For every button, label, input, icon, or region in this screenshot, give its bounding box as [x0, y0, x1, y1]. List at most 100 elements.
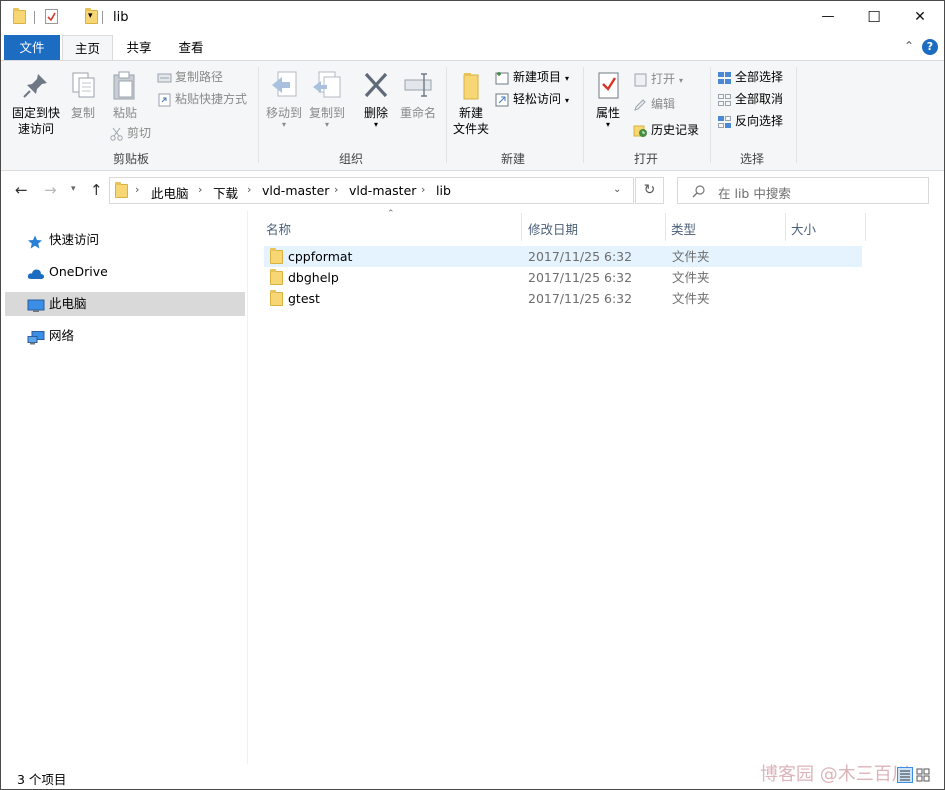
network-icon — [27, 329, 45, 345]
rename-icon — [402, 69, 434, 101]
nav-item-this-pc[interactable]: 此电脑 — [5, 292, 245, 316]
up-arrow-icon[interactable]: ↑ — [90, 181, 103, 199]
copy-path-button[interactable]: 复制路径 — [157, 67, 223, 87]
chevron-down-icon[interactable]: ⌄ — [613, 184, 621, 195]
group-label-select: 选择 — [739, 152, 764, 166]
divider — [102, 11, 103, 24]
explorer-window: ▾ lib — ☐ ✕ 文件 主页 共享 查看 ⌃ ? 固定到快 速访问 复制 — [0, 0, 945, 790]
chevron-right-icon[interactable]: › — [334, 183, 338, 196]
dropdown-arrow-icon: ▾ — [605, 120, 610, 129]
file-date: 2017/11/25 6:32 — [528, 249, 633, 264]
search-box[interactable]: 在 lib 中搜索 — [677, 177, 929, 204]
refresh-button[interactable]: ↻ — [635, 177, 664, 204]
paste-button[interactable]: 粘贴 — [105, 65, 145, 121]
column-divider[interactable] — [785, 213, 786, 241]
rename-button[interactable]: 重命名 — [397, 65, 439, 121]
pin-to-quick-access-button[interactable]: 固定到快 速访问 — [7, 65, 65, 137]
new-item-label: 新建项目 — [513, 70, 562, 84]
chevron-right-icon[interactable]: › — [247, 183, 251, 196]
tab-view[interactable]: 查看 — [167, 35, 215, 60]
edit-button[interactable]: 编辑 — [633, 94, 675, 114]
chevron-right-icon[interactable]: › — [135, 183, 139, 196]
move-to-button[interactable]: 移动到 ▾ — [263, 65, 305, 129]
maximize-button[interactable]: ☐ — [851, 1, 897, 33]
open-button[interactable]: 打开 ▾ — [633, 69, 683, 89]
collapse-ribbon-icon[interactable]: ⌃ — [904, 39, 914, 53]
history-button[interactable]: 历史记录 — [633, 120, 699, 140]
paste-shortcut-button[interactable]: 粘贴快捷方式 — [157, 89, 247, 109]
rename-label: 重命名 — [399, 106, 436, 120]
search-input[interactable]: 在 lib 中搜索 — [718, 183, 791, 202]
nav-item-network[interactable]: 网络 — [5, 324, 245, 348]
tab-share[interactable]: 共享 — [115, 35, 163, 60]
dropdown-arrow-icon: ▾ — [281, 120, 286, 129]
details-view-icon[interactable] — [897, 767, 913, 783]
breadcrumb-downloads[interactable]: 下载 — [213, 183, 238, 202]
address-bar[interactable]: › 此电脑 › 下载 › vld-master › vld-master › l… — [109, 177, 634, 204]
select-all-button[interactable]: 全部选择 — [717, 67, 783, 87]
select-none-button[interactable]: 全部取消 — [717, 89, 783, 109]
properties-quick-icon[interactable] — [45, 9, 58, 24]
column-divider[interactable] — [665, 213, 666, 241]
copy-label: 复制 — [70, 106, 95, 120]
group-label-new: 新建 — [500, 152, 525, 166]
easy-access-button[interactable]: 轻松访问 ▾ — [495, 89, 569, 109]
chevron-right-icon[interactable]: › — [198, 183, 202, 196]
divider — [34, 11, 35, 24]
column-divider[interactable] — [521, 213, 522, 241]
scissors-icon — [109, 127, 124, 141]
new-folder-label-1: 新建 — [458, 106, 483, 120]
recent-locations-icon[interactable]: ▾ — [71, 184, 76, 194]
copy-to-button[interactable]: 复制到 ▾ — [306, 65, 348, 129]
ribbon: 固定到快 速访问 复制 粘贴 复制路径 粘贴快捷方式 剪切 剪贴板 移动到 ▾ … — [1, 60, 944, 171]
breadcrumb-vld-master[interactable]: vld-master — [262, 183, 329, 198]
star-icon — [27, 233, 43, 249]
column-divider[interactable] — [865, 213, 866, 241]
back-arrow-icon[interactable]: ← — [15, 181, 28, 199]
cut-button[interactable]: 剪切 — [109, 123, 151, 143]
title-bar: ▾ lib — ☐ ✕ — [1, 1, 944, 33]
group-label-open: 打开 — [633, 152, 658, 166]
help-icon[interactable]: ? — [922, 39, 938, 55]
delete-button[interactable]: 删除 ▾ — [357, 65, 395, 129]
copy-path-label: 复制路径 — [175, 70, 224, 84]
edit-icon — [633, 98, 648, 112]
dropdown-arrow-icon: ▾ — [679, 76, 684, 85]
column-header-type[interactable]: 类型 — [671, 219, 696, 238]
copy-to-icon — [311, 69, 343, 101]
breadcrumb-this-pc[interactable]: 此电脑 — [151, 183, 189, 202]
chevron-right-icon[interactable]: › — [421, 183, 425, 196]
ribbon-tabs: 文件 主页 共享 查看 — [1, 35, 944, 62]
file-name: gtest — [288, 291, 320, 306]
breadcrumb-vld-master-inner[interactable]: vld-master — [349, 183, 416, 198]
pin-icon — [20, 69, 52, 101]
column-header-date[interactable]: 修改日期 — [528, 219, 578, 238]
tab-home[interactable]: 主页 — [62, 35, 113, 62]
file-type: 文件夹 — [672, 291, 710, 306]
new-item-button[interactable]: 新建项目 ▾ — [495, 67, 569, 87]
customize-quick-access-icon[interactable]: ▾ — [88, 11, 93, 21]
properties-button[interactable]: 属性 ▾ — [589, 65, 627, 129]
breadcrumb-lib[interactable]: lib — [436, 183, 451, 198]
window-title: lib — [113, 10, 129, 25]
file-row[interactable]: cppformat 2017/11/25 6:32 文件夹 — [264, 246, 862, 267]
properties-label: 属性 — [595, 106, 620, 120]
nav-item-onedrive[interactable]: OneDrive — [5, 260, 245, 284]
new-folder-button[interactable]: 新建 文件夹 — [449, 65, 493, 137]
large-icons-view-icon[interactable] — [915, 767, 931, 783]
tab-file[interactable]: 文件 — [4, 35, 60, 60]
forward-arrow-icon[interactable]: → — [44, 181, 57, 199]
file-row[interactable]: gtest 2017/11/25 6:32 文件夹 — [264, 288, 862, 309]
file-row[interactable]: dbghelp 2017/11/25 6:32 文件夹 — [264, 267, 862, 288]
copy-button[interactable]: 复制 — [65, 65, 101, 121]
nav-item-quick-access[interactable]: 快速访问 — [5, 228, 245, 252]
minimize-button[interactable]: — — [805, 1, 851, 33]
open-label: 打开 — [651, 72, 676, 86]
invert-selection-label: 反向选择 — [735, 114, 784, 128]
close-button[interactable]: ✕ — [897, 1, 943, 33]
folder-icon — [270, 269, 283, 285]
column-header-name[interactable]: 名称 — [266, 219, 291, 238]
invert-selection-button[interactable]: 反向选择 — [717, 111, 783, 131]
column-header-size[interactable]: 大小 — [791, 219, 816, 238]
folder-icon — [270, 248, 283, 264]
